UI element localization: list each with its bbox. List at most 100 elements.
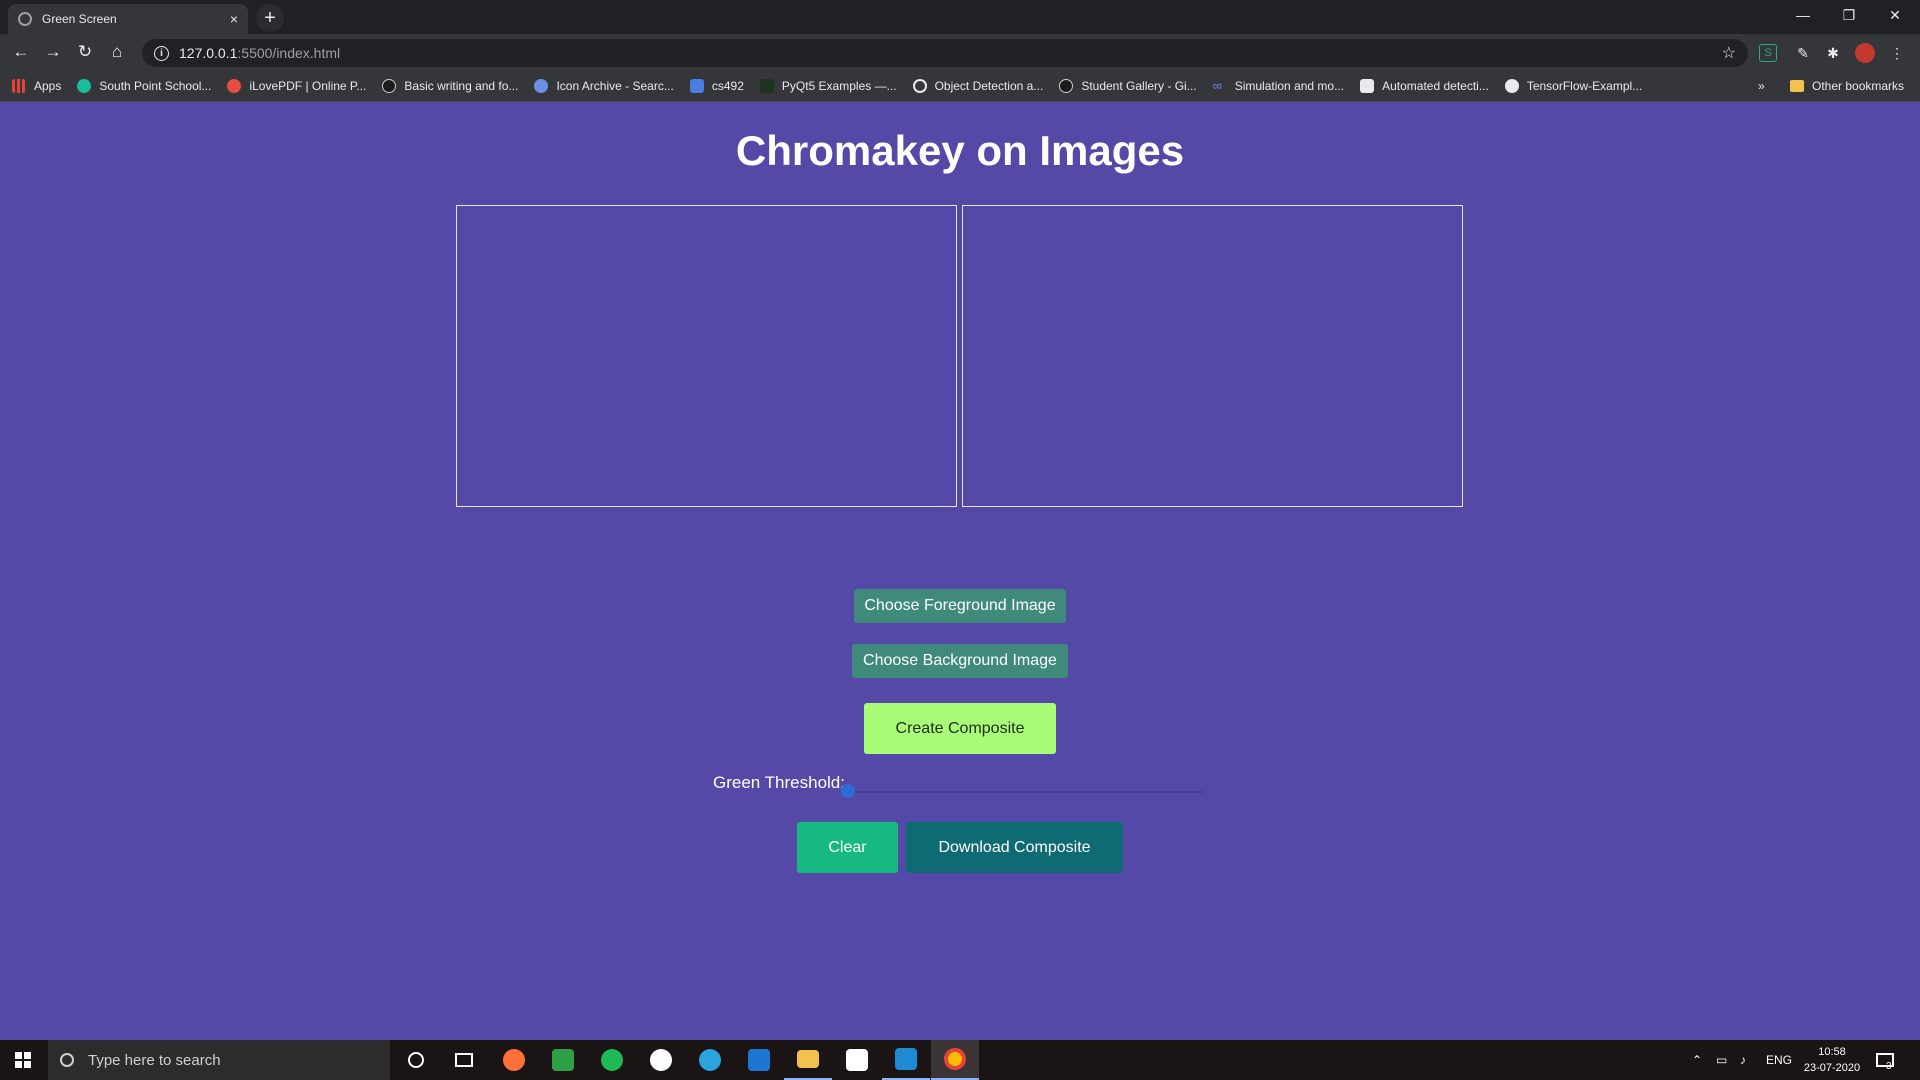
globe-icon <box>18 12 32 26</box>
bookmark-label: cs492 <box>711 78 744 93</box>
columns-icon <box>689 78 704 93</box>
app-d-icon[interactable] <box>539 1040 587 1080</box>
address-bar[interactable]: i 127.0.0.1 :5500/index.html ☆ <box>142 39 1748 67</box>
slider-thumb[interactable] <box>841 784 855 798</box>
language-indicator[interactable]: ENG <box>1766 1040 1792 1080</box>
bookmark-item[interactable]: Student Gallery - Gi... <box>1059 78 1197 93</box>
bookmark-label: Apps <box>34 78 62 93</box>
document-icon <box>1360 78 1375 93</box>
start-button[interactable] <box>0 1040 46 1080</box>
firefox-icon[interactable] <box>490 1040 538 1080</box>
infinity-icon: ∞ <box>1212 77 1222 93</box>
search-icon <box>60 1053 74 1067</box>
store-icon[interactable] <box>833 1040 881 1080</box>
window-close-icon[interactable]: ✕ <box>1872 0 1918 30</box>
bookmark-item[interactable]: PyQt5 Examples —... <box>759 78 897 93</box>
page-content: Chromakey on Images Choose Foreground Im… <box>0 103 1920 1040</box>
clock-date: 23-07-2020 <box>1803 1062 1861 1074</box>
green-threshold-label: Green Threshold: <box>713 773 845 792</box>
url-host: 127.0.0.1 <box>179 45 238 61</box>
bookmark-label: Automated detecti... <box>1382 78 1489 93</box>
choose-background-button[interactable]: Choose Background Image <box>852 644 1068 678</box>
heart-icon <box>227 78 242 93</box>
github-icon <box>382 78 397 93</box>
whatsapp-icon[interactable] <box>637 1040 685 1080</box>
back-arrow-icon[interactable]: ← <box>9 40 33 64</box>
clock-time: 10:58 <box>1818 1046 1846 1058</box>
extension-s-icon[interactable]: S <box>1759 44 1777 62</box>
site-info-icon[interactable]: i <box>154 45 169 61</box>
create-composite-button[interactable]: Create Composite <box>864 703 1056 754</box>
bookmark-item[interactable]: Object Detection a... <box>912 78 1044 93</box>
windows-logo-icon <box>15 1052 31 1068</box>
url-path: :5500/index.html <box>237 45 341 61</box>
bookmark-star-icon[interactable]: ☆ <box>1722 43 1736 63</box>
extension-pen-icon[interactable]: ✎ <box>1792 42 1814 64</box>
restore-icon[interactable]: ❐ <box>1826 0 1872 30</box>
trello-icon[interactable] <box>735 1040 783 1080</box>
apps-grid-icon <box>12 78 26 93</box>
tab-title: Green Screen <box>42 12 117 26</box>
home-icon[interactable]: ⌂ <box>105 40 129 64</box>
bookmark-item[interactable]: iLovePDF | Online P... <box>227 78 367 93</box>
bookmarks-bar: Apps South Point School... iLovePDF | On… <box>0 70 1920 102</box>
school-icon <box>77 78 92 93</box>
chart-icon <box>759 78 774 93</box>
extensions-puzzle-icon[interactable]: ✱ <box>1822 42 1844 64</box>
notification-center-icon[interactable]: 3 <box>1876 1040 1894 1080</box>
forward-arrow-icon[interactable]: → <box>41 40 65 64</box>
bookmark-apps[interactable]: Apps <box>12 78 62 93</box>
browser-tabstrip: Green Screen × + — ❐ ✕ <box>0 0 1920 34</box>
green-threshold-slider[interactable] <box>848 791 1204 793</box>
bookmark-label: iLovePDF | Online P... <box>249 78 367 93</box>
tab-close-icon[interactable]: × <box>230 11 238 27</box>
new-tab-button[interactable]: + <box>256 4 284 32</box>
search-placeholder: Type here to search <box>88 1051 221 1069</box>
bookmark-label: Basic writing and fo... <box>404 78 519 93</box>
profile-avatar[interactable] <box>1854 42 1876 64</box>
bookmark-item[interactable]: Automated detecti... <box>1360 78 1489 93</box>
bookmark-item[interactable]: cs492 <box>689 78 744 93</box>
telegram-icon[interactable] <box>686 1040 734 1080</box>
bookmark-item[interactable]: South Point School... <box>77 78 212 93</box>
bookmark-label: PyQt5 Examples —... <box>781 78 897 93</box>
star-icon <box>534 78 549 93</box>
reload-icon[interactable]: ↻ <box>73 40 97 64</box>
compass-icon <box>912 78 927 93</box>
folder-icon <box>1790 80 1804 92</box>
bookmark-label: Object Detection a... <box>934 78 1044 93</box>
download-composite-button[interactable]: Download Composite <box>906 822 1123 873</box>
browser-tab[interactable]: Green Screen × <box>8 4 248 34</box>
bookmark-item[interactable]: Basic writing and fo... <box>382 78 519 93</box>
taskbar-search[interactable]: Type here to search <box>48 1040 390 1080</box>
tray-chevron-icon[interactable]: ⌃ <box>1692 1040 1702 1080</box>
taskbar: Type here to search ⌃ ▭ ♪ ENG 10:58 23-0… <box>0 1040 1920 1080</box>
minimize-icon[interactable]: — <box>1780 0 1826 30</box>
background-canvas <box>962 205 1463 507</box>
bookmark-label: South Point School... <box>99 78 212 93</box>
choose-foreground-button[interactable]: Choose Foreground Image <box>854 589 1066 623</box>
github-icon <box>1059 78 1074 93</box>
cortana-icon[interactable] <box>392 1040 440 1080</box>
bookmark-item[interactable]: Icon Archive - Searc... <box>534 78 674 93</box>
other-bookmarks-label: Other bookmarks <box>1812 79 1905 93</box>
bookmark-label: Simulation and mo... <box>1234 78 1345 93</box>
page-title: Chromakey on Images <box>735 127 1185 174</box>
volume-icon[interactable]: ♪ <box>1740 1040 1746 1080</box>
github-icon <box>1504 78 1519 93</box>
spotify-icon[interactable] <box>588 1040 636 1080</box>
other-bookmarks[interactable]: Other bookmarks <box>1790 70 1904 102</box>
bookmark-item[interactable]: ∞ Simulation and mo... <box>1212 77 1345 93</box>
chrome-icon[interactable] <box>931 1040 979 1080</box>
task-view-icon[interactable] <box>440 1040 488 1080</box>
system-clock[interactable]: 10:58 23-07-2020 <box>1796 1044 1868 1076</box>
bookmark-label: TensorFlow-Exampl... <box>1526 78 1643 93</box>
network-icon[interactable]: ▭ <box>1716 1040 1727 1080</box>
bookmarks-overflow-icon[interactable]: » <box>1758 70 1765 102</box>
vscode-icon[interactable] <box>882 1040 930 1080</box>
file-explorer-icon[interactable] <box>784 1040 832 1080</box>
bookmark-item[interactable]: TensorFlow-Exampl... <box>1504 78 1643 93</box>
menu-kebab-icon[interactable]: ⋮ <box>1886 42 1908 64</box>
clear-button[interactable]: Clear <box>797 822 898 873</box>
browser-toolbar: ← → ↻ ⌂ i 127.0.0.1 :5500/index.html ☆ S… <box>0 34 1920 70</box>
